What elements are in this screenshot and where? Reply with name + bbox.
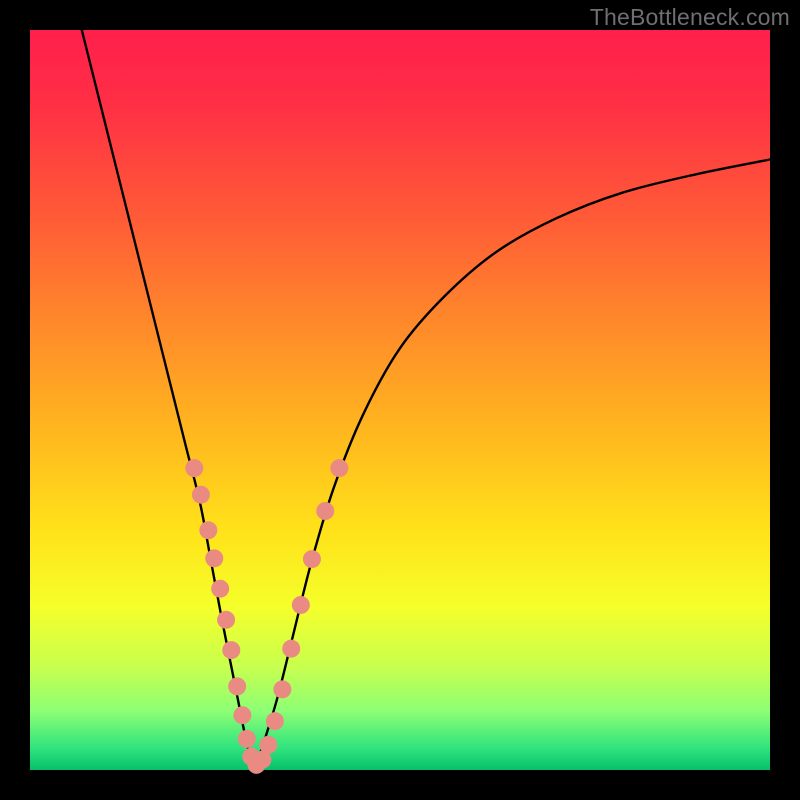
curve-group <box>82 30 770 768</box>
curve-marker <box>259 736 277 754</box>
chart-svg <box>30 30 770 770</box>
curve-marker <box>233 706 251 724</box>
curve-marker <box>205 549 223 567</box>
marker-group <box>185 459 348 774</box>
curve-marker <box>228 677 246 695</box>
curve-marker <box>316 502 334 520</box>
curve-marker <box>292 596 310 614</box>
curve-marker <box>211 580 229 598</box>
curve-marker <box>217 611 235 629</box>
curve-marker <box>282 640 300 658</box>
curve-marker <box>185 459 203 477</box>
bottleneck-curve <box>82 30 770 768</box>
curve-marker <box>266 712 284 730</box>
curve-marker <box>330 459 348 477</box>
curve-marker <box>222 641 240 659</box>
curve-marker <box>192 486 210 504</box>
curve-marker <box>238 730 256 748</box>
curve-marker <box>303 550 321 568</box>
chart-frame: TheBottleneck.com <box>0 0 800 800</box>
curve-marker <box>273 680 291 698</box>
curve-marker <box>199 521 217 539</box>
watermark-text: TheBottleneck.com <box>590 4 790 31</box>
